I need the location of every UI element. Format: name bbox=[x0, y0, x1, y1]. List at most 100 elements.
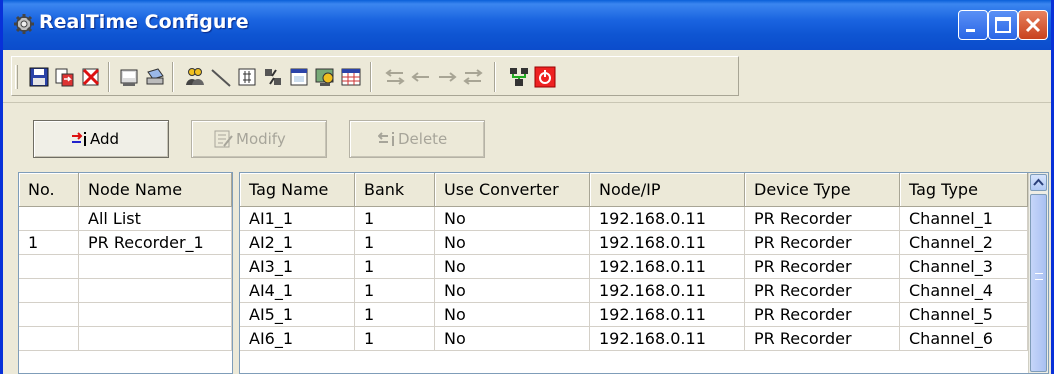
tag-type-cell: Channel_3 bbox=[900, 255, 1028, 279]
bank-cell: 1 bbox=[355, 279, 435, 303]
device-type-cell: PR Recorder bbox=[745, 279, 900, 303]
node-name-cell bbox=[79, 303, 232, 327]
chevron-up-icon bbox=[1033, 178, 1044, 186]
move-left-icon[interactable] bbox=[410, 66, 432, 88]
maximize-icon bbox=[995, 17, 1011, 33]
title-bar[interactable]: RealTime Configure bbox=[3, 0, 1051, 50]
scroll-thumb-grip bbox=[1035, 273, 1043, 280]
device-type-cell: PR Recorder bbox=[745, 327, 900, 351]
use-converter-cell: No bbox=[435, 231, 590, 255]
use-converter-cell: No bbox=[435, 303, 590, 327]
action-bar: Add Modify Delete bbox=[3, 104, 1051, 168]
modify-button[interactable]: Modify bbox=[191, 120, 327, 158]
delete-label: Delete bbox=[398, 130, 448, 148]
node-ip-cell: 192.168.0.11 bbox=[590, 279, 745, 303]
use-converter-cell: No bbox=[435, 255, 590, 279]
bank-cell: 1 bbox=[355, 327, 435, 351]
node-ip-cell: 192.168.0.11 bbox=[590, 231, 745, 255]
close-icon bbox=[1025, 17, 1041, 33]
scroll-thumb[interactable] bbox=[1030, 194, 1047, 372]
delete-icon bbox=[378, 132, 394, 146]
tag-name-cell: AI4_1 bbox=[240, 279, 355, 303]
column-header-tag-name[interactable]: Tag Name bbox=[240, 173, 355, 207]
export-icon[interactable] bbox=[54, 66, 76, 88]
vertical-scrollbar[interactable] bbox=[1028, 173, 1048, 373]
print-icon[interactable] bbox=[144, 66, 166, 88]
tag-type-cell: Channel_6 bbox=[900, 327, 1028, 351]
scroll-up-button[interactable] bbox=[1030, 174, 1047, 191]
tag-type-cell: Channel_4 bbox=[900, 279, 1028, 303]
use-converter-cell: No bbox=[435, 207, 590, 231]
column-header-bank[interactable]: Bank bbox=[355, 173, 435, 207]
toolbar-grip[interactable] bbox=[15, 65, 18, 89]
toolbar-separator bbox=[108, 62, 110, 92]
bank-cell: 1 bbox=[355, 207, 435, 231]
column-header-no[interactable]: No. bbox=[19, 173, 79, 207]
node-name-cell: PR Recorder_1 bbox=[79, 231, 232, 255]
tag-type-cell: Channel_5 bbox=[900, 303, 1028, 327]
add-label: Add bbox=[90, 130, 120, 148]
node-ip-cell: 192.168.0.11 bbox=[590, 255, 745, 279]
tag-name-cell: AI6_1 bbox=[240, 327, 355, 351]
node-no-cell bbox=[19, 303, 79, 327]
window-icon[interactable] bbox=[288, 66, 310, 88]
toolbar-separator bbox=[370, 62, 372, 92]
delete-file-icon[interactable] bbox=[80, 66, 102, 88]
add-icon bbox=[72, 132, 86, 146]
toolbar-area bbox=[3, 50, 1051, 103]
tag-name-cell: AI1_1 bbox=[240, 207, 355, 231]
gear-icon bbox=[14, 14, 34, 34]
tag-list-icon[interactable] bbox=[236, 66, 258, 88]
tag-list-table[interactable]: Tag Name Bank Use Converter Node/IP Devi… bbox=[239, 172, 1049, 374]
add-button[interactable]: Add bbox=[33, 120, 169, 158]
user-group-icon[interactable] bbox=[184, 66, 206, 88]
settings-icon[interactable] bbox=[262, 66, 284, 88]
node-no-cell bbox=[19, 207, 79, 231]
main-toolbar bbox=[11, 56, 739, 96]
exit-icon[interactable] bbox=[534, 66, 556, 88]
modify-icon bbox=[214, 130, 233, 148]
move-all-right-icon[interactable] bbox=[462, 66, 484, 88]
delete-button[interactable]: Delete bbox=[349, 120, 485, 158]
node-name-cell: All List bbox=[79, 207, 232, 231]
node-name-cell bbox=[79, 279, 232, 303]
maximize-button[interactable] bbox=[988, 10, 1018, 40]
column-header-use-converter[interactable]: Use Converter bbox=[435, 173, 590, 207]
bank-cell: 1 bbox=[355, 255, 435, 279]
close-button[interactable] bbox=[1018, 10, 1048, 40]
minimize-button[interactable] bbox=[958, 10, 988, 40]
line-tool-icon[interactable] bbox=[210, 66, 232, 88]
node-ip-cell: 192.168.0.11 bbox=[590, 207, 745, 231]
node-name-cell bbox=[79, 327, 232, 351]
move-all-left-icon[interactable] bbox=[384, 66, 406, 88]
device-type-cell: PR Recorder bbox=[745, 207, 900, 231]
column-header-node-ip[interactable]: Node/IP bbox=[590, 173, 745, 207]
use-converter-cell: No bbox=[435, 279, 590, 303]
node-ip-cell: 192.168.0.11 bbox=[590, 303, 745, 327]
node-no-cell bbox=[19, 279, 79, 303]
column-header-device-type[interactable]: Device Type bbox=[745, 173, 900, 207]
column-header-tag-type[interactable]: Tag Type bbox=[900, 173, 1028, 207]
tag-type-cell: Channel_2 bbox=[900, 231, 1028, 255]
save-icon[interactable] bbox=[28, 66, 50, 88]
minimize-icon bbox=[966, 29, 975, 32]
network-icon[interactable] bbox=[508, 66, 530, 88]
move-right-icon[interactable] bbox=[436, 66, 458, 88]
app-window: RealTime Configure Add Modify Delete No.… bbox=[0, 0, 1054, 374]
use-converter-cell: No bbox=[435, 327, 590, 351]
toolbar-separator bbox=[172, 62, 174, 92]
toolbar-separator bbox=[494, 62, 496, 92]
tag-name-cell: AI3_1 bbox=[240, 255, 355, 279]
print-preview-icon[interactable] bbox=[118, 66, 140, 88]
tag-name-cell: AI2_1 bbox=[240, 231, 355, 255]
table-icon[interactable] bbox=[340, 66, 362, 88]
window-title: RealTime Configure bbox=[39, 11, 249, 33]
node-name-cell bbox=[79, 255, 232, 279]
column-header-node-name[interactable]: Node Name bbox=[79, 173, 232, 207]
display-icon[interactable] bbox=[314, 66, 336, 88]
device-type-cell: PR Recorder bbox=[745, 303, 900, 327]
node-no-cell bbox=[19, 327, 79, 351]
bank-cell: 1 bbox=[355, 303, 435, 327]
node-ip-cell: 192.168.0.11 bbox=[590, 327, 745, 351]
node-list-table[interactable]: No. Node Name All List 1 PR Recorder_1 bbox=[18, 172, 233, 374]
